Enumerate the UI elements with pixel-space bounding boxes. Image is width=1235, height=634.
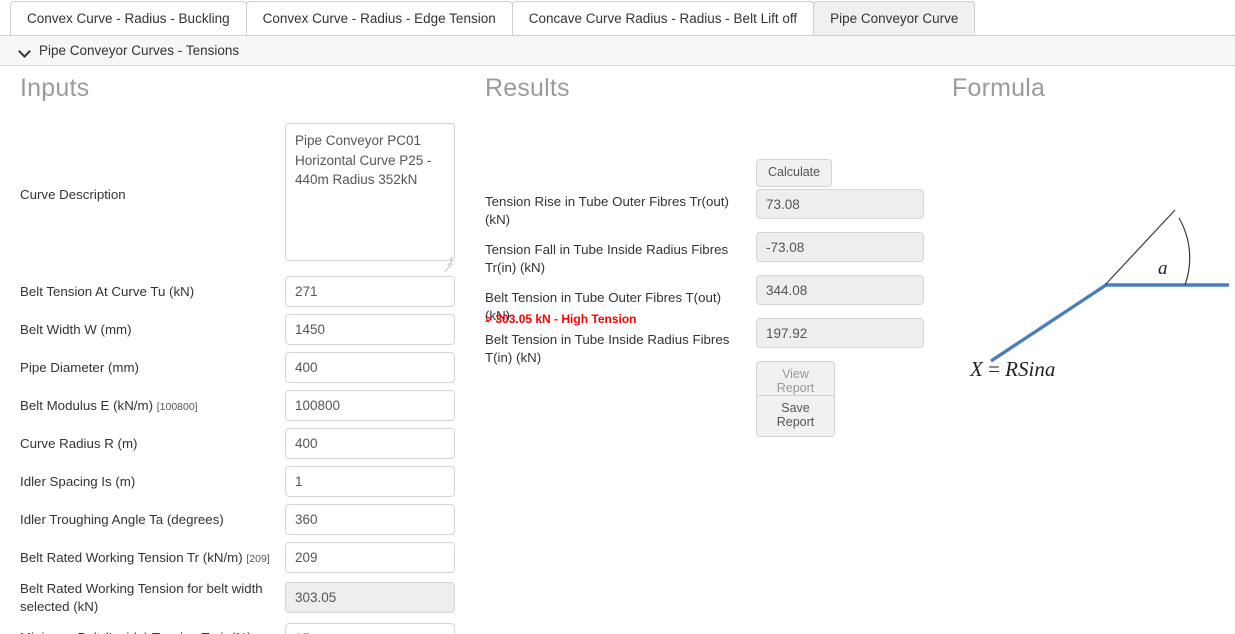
input-belt-rated-working-tension-for-width — [285, 582, 455, 614]
input-idler-spacing[interactable] — [285, 466, 455, 497]
inputs-heading: Inputs — [20, 74, 90, 102]
angle-label-alpha: a — [1158, 258, 1168, 279]
high-tension-warning: > 303.05 kN - High Tension — [485, 312, 637, 326]
inclined-belt-line — [990, 283, 1107, 363]
formula-equation: X = RSina — [970, 357, 1055, 382]
panel-header-pipe-conveyor-curves-tensions[interactable]: Pipe Conveyor Curves - Tensions — [0, 36, 1235, 66]
input-row-curve-radius: Curve Radius R (m) — [0, 428, 475, 459]
result-tension-rise-outer-fibres — [756, 189, 924, 219]
input-row-belt-width: Belt Width W (mm) — [0, 314, 475, 345]
angle-arc — [1178, 217, 1191, 286]
input-row-belt-rated-working-tension: Belt Rated Working Tension Tr (kN/m) [20… — [0, 542, 475, 573]
equation-operator: = — [988, 357, 1000, 381]
input-belt-rated-working-tension[interactable] — [285, 542, 455, 573]
input-row-belt-rated-working-tension-for-width: Belt Rated Working Tension for belt widt… — [0, 580, 475, 616]
result-belt-tension-outer-fibres — [756, 275, 924, 305]
label-tension-fall-inside-radius-fibres: Tension Fall in Tube Inside Radius Fibre… — [485, 242, 729, 276]
input-belt-width[interactable] — [285, 314, 455, 345]
curve-description-wrapper: Pipe Conveyor PC01 Horizontal Curve P25 … — [285, 123, 455, 272]
save-report-button[interactable]: Save Report — [756, 395, 835, 437]
label-belt-tension-at-curve: Belt Tension At Curve Tu (kN) — [20, 283, 195, 299]
tab-pipe-conveyor-curve[interactable]: Pipe Conveyor Curve — [813, 1, 976, 35]
input-row-belt-modulus: Belt Modulus E (kN/m) [100800] — [0, 390, 475, 421]
result-tension-fall-inside-radius-fibres — [756, 232, 924, 262]
input-pipe-diameter[interactable] — [285, 352, 455, 383]
tab-concave-curve-radius-belt-lift-off[interactable]: Concave Curve Radius - Radius - Belt Lif… — [511, 1, 815, 35]
equation-left: X — [970, 357, 983, 381]
inputs-column: Inputs Curve Description Pipe Conveyor P… — [0, 74, 475, 634]
tab-convex-curve-radius-edge-tension[interactable]: Convex Curve - Radius - Edge Tension — [245, 1, 513, 35]
input-belt-modulus[interactable] — [285, 390, 455, 421]
tab-bar: Convex Curve - Radius - Buckling Convex … — [0, 0, 1235, 36]
input-row-minimum-belt-tension: Minimum Belt (Inside) Tension Tmin(%) — [0, 622, 475, 634]
label-idler-troughing-angle: Idler Troughing Angle Ta (degrees) — [20, 511, 224, 527]
result-belt-tension-inside-radius-fibres — [756, 318, 924, 348]
results-column: Results Calculate Tension Rise in Tube O… — [475, 74, 940, 453]
equation-right: RSina — [1005, 357, 1056, 381]
label-belt-rated-working-tension-for-width: Belt Rated Working Tension for belt widt… — [20, 581, 263, 614]
label-idler-spacing: Idler Spacing Is (m) — [20, 473, 136, 489]
panel-header-title: Pipe Conveyor Curves - Tensions — [39, 43, 240, 58]
input-minimum-belt-tension[interactable] — [285, 622, 455, 634]
formula-column: Formula a X = RSina — [940, 74, 1235, 381]
label-curve-description: Curve Description — [20, 186, 126, 202]
input-row-idler-troughing-angle: Idler Troughing Angle Ta (degrees) — [0, 504, 475, 535]
calculate-button[interactable]: Calculate — [756, 159, 833, 187]
main-content: Inputs Curve Description Pipe Conveyor P… — [0, 66, 1235, 634]
label-belt-rated-working-tension: Belt Rated Working Tension Tr (kN/m) [20… — [20, 549, 270, 565]
input-idler-troughing-angle[interactable] — [285, 504, 455, 535]
input-curve-radius[interactable] — [285, 428, 455, 459]
tab-convex-curve-radius-buckling[interactable]: Convex Curve - Radius - Buckling — [10, 1, 247, 35]
label-belt-modulus: Belt Modulus E (kN/m) [100800] — [20, 397, 198, 413]
chevron-down-icon — [18, 44, 32, 58]
input-row-curve-description: Curve Description Pipe Conveyor PC01 Hor… — [0, 123, 475, 272]
label-minimum-belt-tension: Minimum Belt (Inside) Tension Tmin(%) — [20, 629, 285, 634]
input-belt-tension-at-curve[interactable] — [285, 276, 455, 307]
label-pipe-diameter: Pipe Diameter (mm) — [20, 359, 139, 375]
label-tension-rise-outer-fibres: Tension Rise in Tube Outer Fibres Tr(out… — [485, 194, 729, 228]
formula-heading: Formula — [952, 74, 1046, 102]
label-belt-tension-inside-radius-fibres: Belt Tension in Tube Inside Radius Fibre… — [485, 332, 730, 366]
pipe-conveyor-curve-diagram — [990, 209, 1229, 363]
curve-description-textarea[interactable]: Pipe Conveyor PC01 Horizontal Curve P25 … — [285, 123, 455, 261]
results-body: Calculate Tension Rise in Tube Outer Fib… — [475, 123, 940, 453]
label-belt-width: Belt Width W (mm) — [20, 321, 132, 337]
input-row-idler-spacing: Idler Spacing Is (m) — [0, 466, 475, 497]
input-row-belt-tension-at-curve: Belt Tension At Curve Tu (kN) — [0, 276, 475, 307]
input-row-pipe-diameter: Pipe Diameter (mm) — [0, 352, 475, 383]
label-curve-radius: Curve Radius R (m) — [20, 435, 138, 451]
results-heading: Results — [485, 74, 570, 102]
